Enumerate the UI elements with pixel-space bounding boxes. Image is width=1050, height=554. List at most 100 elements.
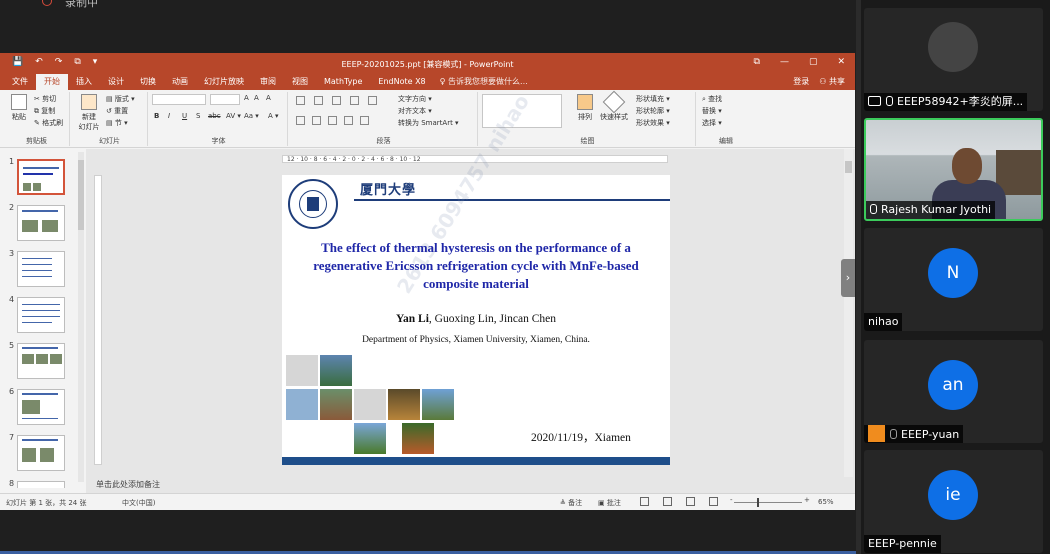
justify-icon[interactable] [344, 116, 353, 125]
collapse-panel-button[interactable]: › [841, 259, 855, 297]
bold-button[interactable]: B [154, 112, 159, 120]
participant-tile[interactable]: an EEEP-yuan [864, 340, 1043, 443]
text-direction-button[interactable]: 文字方向 ▾ [398, 94, 432, 104]
bullets-icon[interactable] [296, 96, 305, 105]
tab-file[interactable]: 文件 [4, 74, 36, 90]
slide-thumbnail-2[interactable] [17, 205, 65, 241]
participant-tile[interactable]: N nihao [864, 228, 1043, 331]
font-name-field[interactable] [152, 94, 206, 105]
numbering-icon[interactable] [314, 96, 323, 105]
new-slide-button[interactable]: 新建 幻灯片 [76, 94, 102, 132]
align-text-button[interactable]: 对齐文本 ▾ [398, 106, 432, 116]
slide-thumbnail-4[interactable] [17, 297, 65, 333]
quick-styles-button[interactable]: 快速样式 [598, 90, 630, 122]
columns-icon[interactable] [360, 116, 369, 125]
participant-tile-active[interactable]: Rajesh Kumar Jyothi [864, 118, 1043, 221]
arrange-button[interactable]: 排列 [572, 94, 598, 122]
tab-home[interactable]: 开始 [36, 74, 68, 90]
line-spacing-icon[interactable] [368, 96, 377, 105]
decrease-indent-icon[interactable] [332, 96, 341, 105]
zoom-in-button[interactable]: + [804, 496, 810, 504]
slide-title[interactable]: The effect of thermal hysteresis on the … [282, 239, 670, 293]
ribbon-display-icon[interactable]: ⧉ [754, 57, 760, 67]
section-button[interactable]: ▤ 节 ▾ [106, 118, 128, 128]
paste-button[interactable]: 粘贴 [6, 94, 32, 122]
slide-thumbnail-7[interactable] [17, 435, 65, 471]
header-rule [354, 199, 670, 201]
notes-pane[interactable]: 单击此处添加备注 [86, 477, 855, 493]
align-center-icon[interactable] [312, 116, 321, 125]
slide-affiliation[interactable]: Department of Physics, Xiamen University… [282, 335, 670, 345]
zoom-out-button[interactable]: - [730, 496, 733, 504]
slide-thumbnail-3[interactable] [17, 251, 65, 287]
scrollbar-knob[interactable] [845, 161, 852, 173]
select-button[interactable]: 选择 ▾ [702, 118, 722, 128]
tab-mathtype[interactable]: MathType [316, 74, 370, 90]
smartart-button[interactable]: 转换为 SmartArt ▾ [398, 118, 459, 128]
reset-button[interactable]: ↺ 重置 [106, 106, 128, 116]
char-spacing-button[interactable]: AV ▾ [226, 112, 241, 120]
participant-tile[interactable]: EEEP58942+李炎的屏... [864, 8, 1043, 111]
close-icon[interactable]: ✕ [837, 57, 845, 67]
clear-format-button[interactable]: A [266, 94, 271, 102]
find-button[interactable]: ⌕ 查找 [702, 94, 722, 104]
slideshow-view-icon[interactable] [709, 497, 718, 506]
grow-font-button[interactable]: A [244, 94, 249, 102]
slide-thumbnail-8[interactable] [17, 481, 65, 488]
maximize-icon[interactable]: ▢ [809, 57, 818, 67]
scrollbar-knob[interactable] [78, 160, 84, 230]
shrink-font-button[interactable]: A [254, 94, 259, 102]
align-left-icon[interactable] [296, 116, 305, 125]
share-button[interactable]: ⚇ 共享 [819, 74, 845, 90]
tab-view[interactable]: 视图 [284, 74, 316, 90]
replace-button[interactable]: 替换 ▾ [702, 106, 722, 116]
minimize-icon[interactable]: — [780, 57, 789, 67]
tab-insert[interactable]: 插入 [68, 74, 100, 90]
font-size-field[interactable] [210, 94, 240, 105]
editing-scrollbar[interactable] [844, 149, 853, 488]
align-right-icon[interactable] [328, 116, 337, 125]
slide-thumbnail-1[interactable] [17, 159, 65, 195]
layout-button[interactable]: ▤ 版式 ▾ [106, 94, 135, 104]
current-slide[interactable]: 厦門大學 2613 6094757 nihao The effect of th… [282, 90, 670, 465]
language-indicator[interactable]: 中文(中国) [122, 498, 155, 508]
change-case-button[interactable]: Aa ▾ [244, 112, 259, 120]
zoom-slider[interactable] [734, 502, 802, 503]
tab-endnote[interactable]: EndNote X8 [370, 74, 433, 90]
shape-fill-button[interactable]: 形状填充 ▾ [636, 94, 670, 104]
shape-outline-button[interactable]: 形状轮廓 ▾ [636, 106, 670, 116]
zoom-level[interactable]: 65% [818, 498, 834, 506]
slide-thumbnail-5[interactable] [17, 343, 65, 379]
slide-date[interactable]: 2020/11/19，Xiamen [531, 429, 631, 445]
panel-divider[interactable] [856, 0, 861, 554]
reading-view-icon[interactable] [686, 497, 695, 506]
slide-thumbnail-6[interactable] [17, 389, 65, 425]
tab-design[interactable]: 设计 [100, 74, 132, 90]
italic-button[interactable]: I [168, 112, 170, 120]
tab-transitions[interactable]: 切换 [132, 74, 164, 90]
ribbon-home: 粘贴 ✂ 剪切 ⧉ 复制 ✎ 格式刷 剪贴板 新建 幻灯片 ▤ 版式 ▾ ↺ 重… [0, 90, 855, 148]
tab-slideshow[interactable]: 幻灯片放映 [196, 74, 252, 90]
comments-toggle[interactable]: ▣ 批注 [598, 498, 621, 508]
cut-button[interactable]: ✂ 剪切 [34, 94, 56, 104]
tab-review[interactable]: 审阅 [252, 74, 284, 90]
normal-view-icon[interactable] [640, 497, 649, 506]
underline-button[interactable]: U [182, 112, 187, 120]
increase-indent-icon[interactable] [350, 96, 359, 105]
tell-me-search[interactable]: ♀ 告诉我您想要做什么... [440, 74, 528, 90]
slide-sorter-icon[interactable] [663, 497, 672, 506]
shadow-button[interactable]: S [196, 112, 200, 120]
participant-tile[interactable]: ie EEEP-pennie [864, 450, 1043, 553]
zoom-slider-knob[interactable] [757, 498, 759, 507]
format-painter-button[interactable]: ✎ 格式刷 [34, 118, 63, 128]
login-link[interactable]: 登录 [793, 74, 809, 90]
copy-button[interactable]: ⧉ 复制 [34, 106, 55, 116]
font-color-button[interactable]: A ▾ [268, 112, 279, 120]
thumbnails-scrollbar[interactable] [78, 152, 84, 482]
tab-animations[interactable]: 动画 [164, 74, 196, 90]
strikethrough-button[interactable]: abc [208, 112, 221, 120]
notes-toggle[interactable]: ≜ 备注 [560, 498, 582, 508]
paragraph-label: 段落 [376, 137, 391, 145]
slide-authors[interactable]: Yan Li, Guoxing Lin, Jincan Chen [282, 313, 670, 325]
shape-effects-button[interactable]: 形状效果 ▾ [636, 118, 670, 128]
